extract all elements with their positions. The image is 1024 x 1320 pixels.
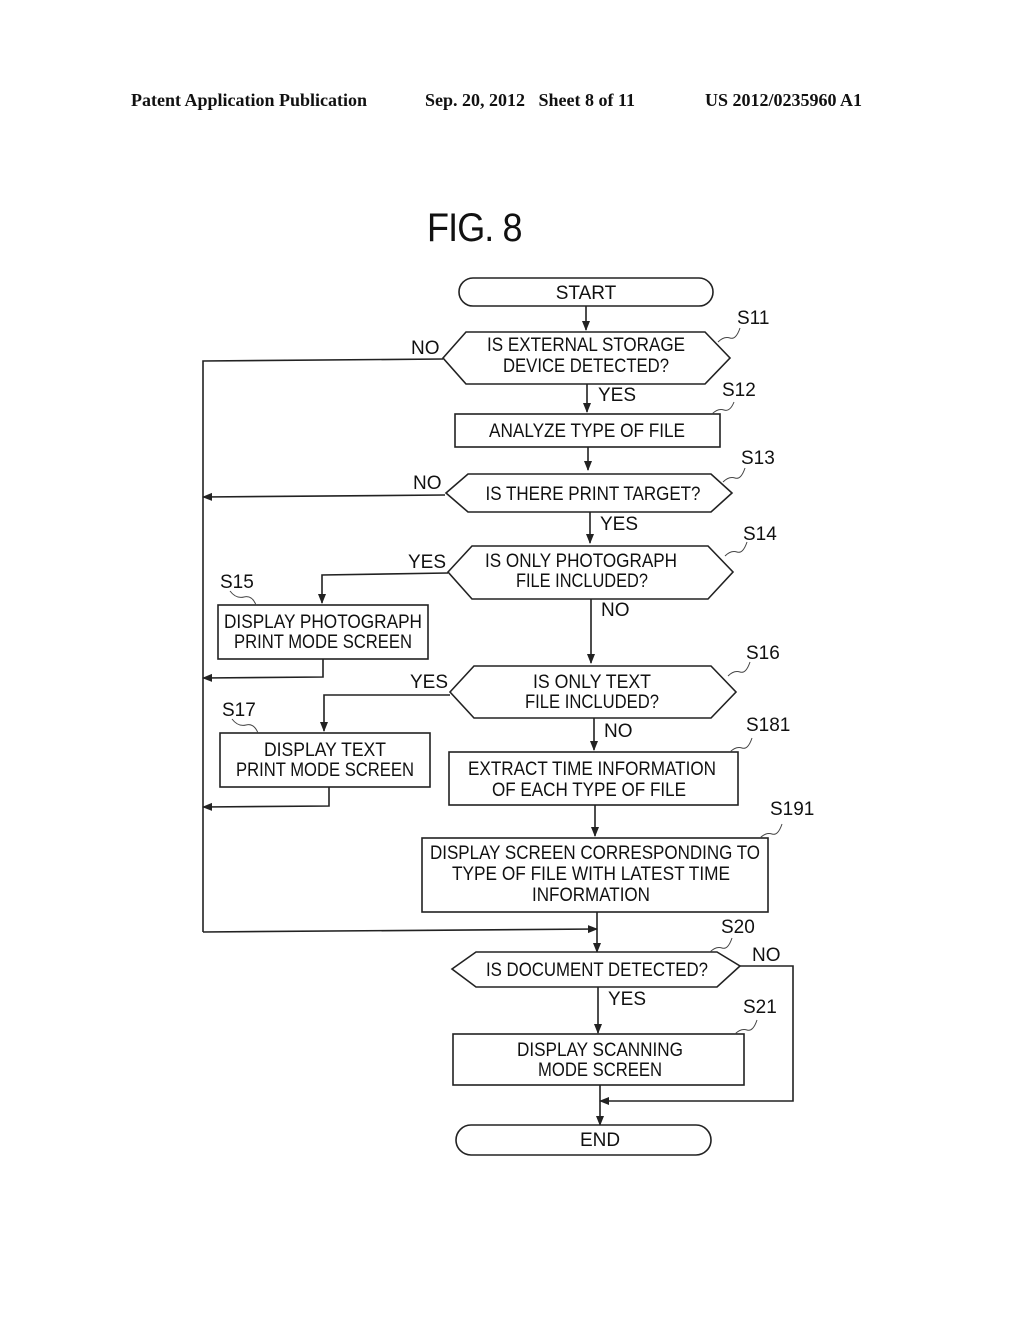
- s11-no-label: NO: [411, 338, 440, 359]
- s13-no-label: NO: [413, 473, 442, 494]
- s11-line-2: DEVICE DETECTED?: [503, 356, 669, 377]
- edge-s13-no: [202, 492, 446, 501]
- s11-id: S11: [737, 308, 769, 329]
- s20-id: S20: [721, 917, 755, 938]
- decision-s14: IS ONLY PHOTOGRAPH FILE INCLUDED? S14: [446, 524, 777, 600]
- edge-s17-merge: [202, 787, 330, 811]
- s16-line-2: FILE INCLUDED?: [525, 692, 659, 713]
- decision-s16: IS ONLY TEXT FILE INCLUDED? S16: [448, 643, 780, 719]
- s191-id: S191: [770, 799, 814, 820]
- s14-no-label: NO: [601, 600, 630, 621]
- s15-line-2: PRINT MODE SCREEN: [234, 632, 412, 653]
- decision-s11: IS EXTERNAL STORAGE DEVICE DETECTED? S11: [441, 308, 769, 385]
- s17-id: S17: [222, 700, 256, 721]
- process-s15: DISPLAY PHOTOGRAPH PRINT MODE SCREEN S15: [217, 572, 429, 660]
- end-label: END: [580, 1130, 620, 1151]
- s14-line-1: IS ONLY PHOTOGRAPH: [485, 551, 677, 572]
- s191-line-3: INFORMATION: [532, 885, 650, 906]
- s191-line-1: DISPLAY SCREEN CORRESPONDING TO: [430, 843, 760, 864]
- s191-line-2: TYPE OF FILE WITH LATEST TIME: [452, 864, 730, 885]
- s12-id: S12: [722, 380, 756, 401]
- s16-no-label: NO: [604, 721, 633, 742]
- s13-line-1: IS THERE PRINT TARGET?: [486, 484, 701, 505]
- process-s17: DISPLAY TEXT PRINT MODE SCREEN S17: [219, 700, 431, 788]
- s21-line-1: DISPLAY SCANNING: [517, 1040, 683, 1061]
- s12-line-1: ANALYZE TYPE OF FILE: [489, 421, 685, 442]
- decision-s20: IS DOCUMENT DETECTED? S20: [450, 917, 755, 988]
- s21-id: S21: [743, 997, 777, 1018]
- s181-id: S181: [746, 715, 790, 736]
- s14-id: S14: [743, 524, 777, 545]
- s16-id: S16: [746, 643, 780, 664]
- start-terminal: START: [458, 277, 714, 307]
- s11-yes-label: YES: [598, 385, 636, 406]
- s20-yes-label: YES: [608, 989, 646, 1010]
- s21-line-2: MODE SCREEN: [538, 1060, 662, 1081]
- s13-yes-label: YES: [600, 514, 638, 535]
- s15-id: S15: [220, 572, 254, 593]
- s181-line-1: EXTRACT TIME INFORMATION: [468, 759, 716, 780]
- flowchart: START IS EXTERNAL STORAGE DEVICE DETECTE…: [202, 277, 814, 1156]
- edge-merge-s20-left: [202, 925, 598, 934]
- s20-line-1: IS DOCUMENT DETECTED?: [486, 960, 708, 981]
- edge-s14-yes: [318, 572, 449, 604]
- process-s21: DISPLAY SCANNING MODE SCREEN S21: [452, 997, 777, 1086]
- s181-line-2: OF EACH TYPE OF FILE: [492, 780, 686, 801]
- edge-s16-yes: [320, 694, 450, 732]
- s17-line-1: DISPLAY TEXT: [264, 740, 386, 761]
- edge-s15-merge: [202, 659, 324, 682]
- s20-no-label: NO: [752, 945, 781, 966]
- s11-line-1: IS EXTERNAL STORAGE: [487, 335, 685, 356]
- decision-s13: IS THERE PRINT TARGET? S13: [444, 448, 775, 513]
- s13-id: S13: [741, 448, 775, 469]
- s15-line-1: DISPLAY PHOTOGRAPH: [224, 612, 422, 633]
- s17-line-2: PRINT MODE SCREEN: [236, 760, 414, 781]
- s16-yes-label: YES: [410, 672, 448, 693]
- s14-yes-label: YES: [408, 552, 446, 573]
- s14-line-2: FILE INCLUDED?: [516, 571, 648, 592]
- process-s191: DISPLAY SCREEN CORRESPONDING TO TYPE OF …: [421, 799, 814, 913]
- start-label: START: [556, 283, 617, 304]
- end-terminal: END: [455, 1124, 712, 1156]
- s16-line-1: IS ONLY TEXT: [533, 672, 651, 693]
